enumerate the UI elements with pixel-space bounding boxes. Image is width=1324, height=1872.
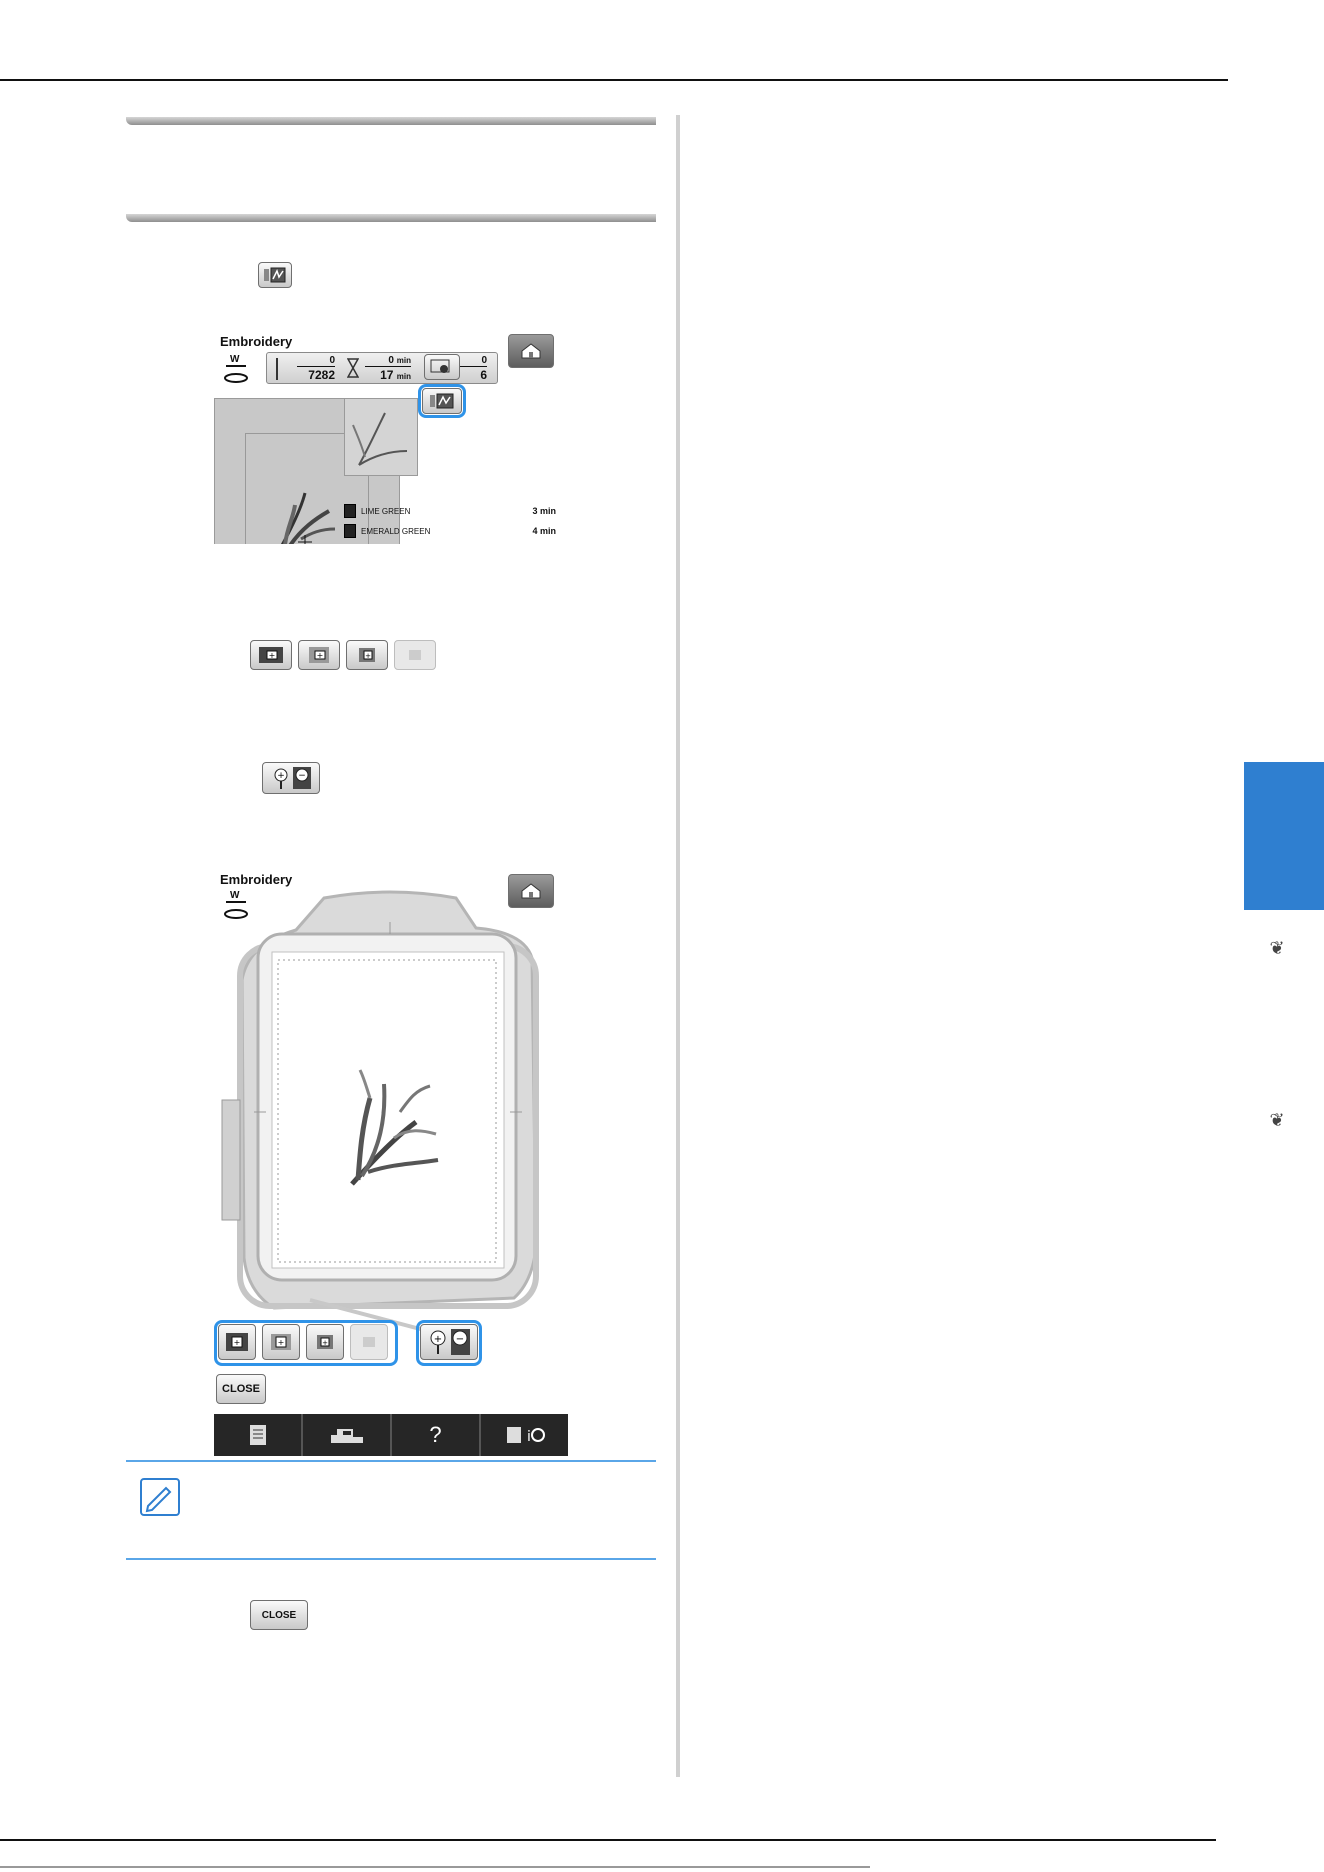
ornament-icon: ❦ xyxy=(1269,938,1285,959)
thread-spool-icon xyxy=(344,504,356,518)
thread-row: EMERALD GREEN 4 min xyxy=(344,524,560,538)
time-total: 17 min xyxy=(380,368,411,382)
close-button-inline-icon: CLOSE xyxy=(250,1600,308,1630)
nav-help-button[interactable]: ? xyxy=(392,1414,481,1456)
column-divider xyxy=(676,115,680,1777)
thread-spool-icon xyxy=(344,524,356,538)
chapter-side-tab xyxy=(1244,762,1324,910)
nav-document-button[interactable] xyxy=(214,1414,303,1456)
close-button[interactable]: CLOSE xyxy=(216,1374,266,1404)
svg-text:+: + xyxy=(234,1338,241,1347)
memo-bottom-line xyxy=(126,1558,656,1560)
camera-button[interactable] xyxy=(424,354,460,380)
hoop-size-4-icon xyxy=(363,1337,375,1347)
nav-machine-button[interactable] xyxy=(303,1414,392,1456)
hoop-display-buttons: + + + xyxy=(218,1324,388,1360)
svg-text:+: + xyxy=(322,1339,328,1347)
hoop-size-3-icon: + xyxy=(317,1335,333,1349)
presser-foot-icon: W xyxy=(222,354,250,384)
svg-text:−: − xyxy=(298,771,306,781)
home-button[interactable] xyxy=(508,334,554,368)
sewing-machine-icon xyxy=(330,1429,363,1443)
svg-text:+: + xyxy=(434,1334,442,1345)
hoop-size-1-icon: + xyxy=(250,640,292,670)
stitch-total: 7282 xyxy=(308,368,335,382)
section-heading-top-bar xyxy=(126,117,656,125)
hoop-display-buttons-inline: + + + xyxy=(250,640,436,670)
camera-icon xyxy=(430,359,450,373)
hoop-size-4-icon xyxy=(394,640,436,670)
svg-text:+: + xyxy=(365,652,371,660)
flower-design xyxy=(350,1069,439,1186)
time-current: 0 min xyxy=(365,355,411,367)
needle-icon xyxy=(276,358,278,380)
hoop-size-2-icon: + xyxy=(271,1334,291,1350)
bottom-rule xyxy=(0,1839,1216,1841)
svg-text:+: + xyxy=(278,1338,285,1347)
top-rule xyxy=(0,79,1228,81)
svg-text:+: + xyxy=(317,651,324,660)
home-icon xyxy=(521,343,541,359)
screen-title: Embroidery xyxy=(220,334,293,349)
svg-text:i: i xyxy=(527,1429,531,1445)
memo-top-line xyxy=(126,1460,656,1462)
design-thumbnail xyxy=(344,398,418,476)
hoop-size-3-button[interactable]: + xyxy=(306,1324,344,1360)
hourglass-icon xyxy=(347,358,359,378)
footer-line xyxy=(0,1866,870,1868)
flower-design xyxy=(280,492,336,544)
preview-button[interactable] xyxy=(422,388,462,414)
document-icon xyxy=(249,1425,266,1445)
embroidery-screen-2: Embroidery W + + + + − CLOSE ? i xyxy=(214,868,568,1456)
zoom-in-icon[interactable]: + xyxy=(430,1330,446,1354)
settings-info-icon: i xyxy=(506,1427,545,1445)
stats-bar: 0 7282 0 min 17 min 0 6 xyxy=(266,352,498,384)
preview-button-icon xyxy=(258,262,292,288)
memo-pencil-icon xyxy=(140,1478,180,1516)
section-heading-bottom-bar xyxy=(126,214,656,222)
screen-title: Embroidery xyxy=(220,872,293,887)
hoop-size-1-icon: + xyxy=(226,1333,248,1351)
nav-settings-button[interactable]: i xyxy=(481,1414,568,1456)
svg-text:+: + xyxy=(269,651,276,660)
hoop-size-2-icon: + xyxy=(298,640,340,670)
zoom-buttons-inline-icon: + − xyxy=(262,762,320,794)
hoop-size-4-button[interactable] xyxy=(350,1324,388,1360)
zoom-buttons[interactable]: + − xyxy=(420,1324,478,1360)
stitch-current: 0 xyxy=(297,355,335,367)
svg-text:−: − xyxy=(456,1334,464,1345)
hoop-size-1-button[interactable]: + xyxy=(218,1324,256,1360)
ornament-icon: ❦ xyxy=(1269,1110,1285,1131)
thread-row: LIME GREEN 3 min xyxy=(344,504,560,518)
hoop-size-2-button[interactable]: + xyxy=(262,1324,300,1360)
hoop-size-3-icon: + xyxy=(346,640,388,670)
zoom-out-icon[interactable]: − xyxy=(451,1329,470,1355)
embroidery-screen-1: Embroidery W 0 7282 0 min 17 min 0 6 LIM… xyxy=(214,330,560,544)
svg-text:+: + xyxy=(277,771,285,781)
bottom-nav-bar: ? i xyxy=(214,1414,568,1456)
preview-icon xyxy=(430,393,454,409)
